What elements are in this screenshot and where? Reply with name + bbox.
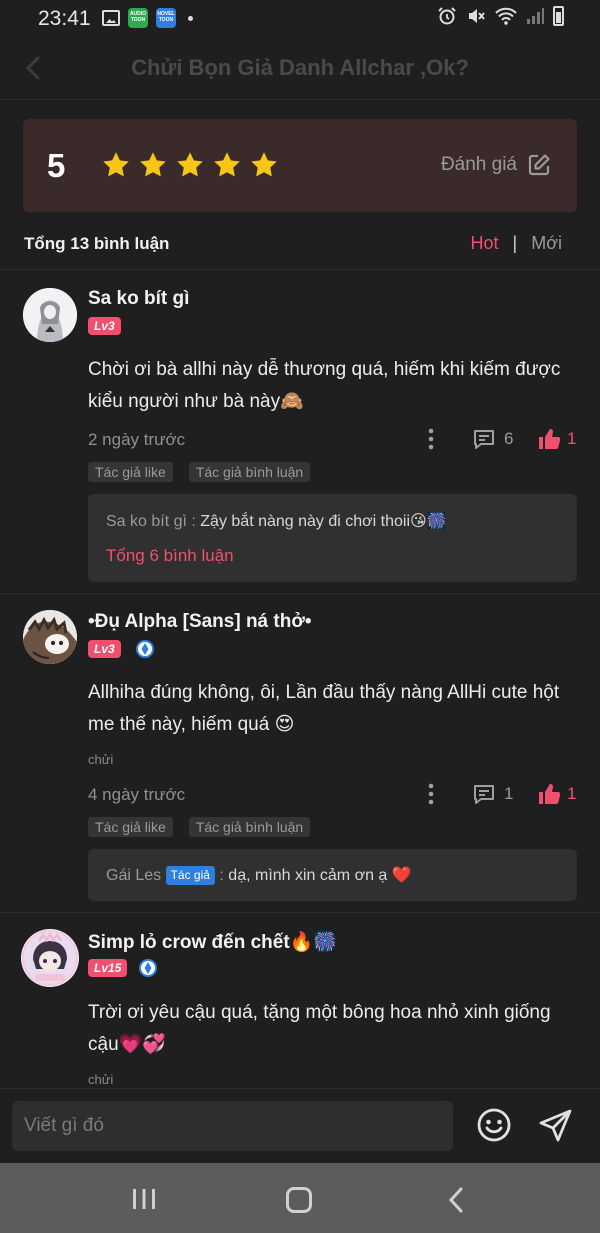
edit-icon [528,154,550,176]
status-system-icons [437,6,564,26]
send-icon[interactable] [538,1107,574,1143]
comment-author[interactable]: •Đụ Alpha [Sans] ná thở• [88,611,312,633]
emoji-icon[interactable] [476,1107,512,1143]
comment-tags: Tác giả like Tác giả bình luận [88,817,311,837]
avatar[interactable] [21,929,79,987]
status-notifications: AUDIO TOON NOVEL TOON [102,8,193,28]
system-nav-bar [0,1163,600,1233]
reply-line: Sa ko bít gì : Zậy bắt nàng này đi chơi … [106,513,447,530]
level-badge: Lv3 [88,640,121,658]
reply-count: 6 [504,429,514,448]
like-count: 1 [567,429,577,448]
more-notifications-icon [188,15,193,21]
reply-author: Sa ko bít gì [106,513,187,530]
star-icon [214,152,240,177]
reply-preview[interactable]: Gái Les Tác giả : dạ, mình xin cảm ơn ạ … [88,849,577,901]
alarm-icon [438,7,456,25]
thumbs-up-icon [539,784,561,804]
rating-card: 5 Đánh giá [23,119,577,212]
reply-button[interactable]: 1 [472,782,513,806]
comment-tags: Tác giả like Tác giả bình luận [88,462,311,482]
status-time: 23:41 [38,7,91,30]
signal-icon [527,8,544,24]
comment-icon [474,430,494,449]
tab-hot[interactable]: Hot [471,233,499,254]
avatar-image [23,610,77,664]
comment-text: Chời ơi bà allhi này dễ thương quá, hiếm… [88,359,561,412]
comment-item: Sa ko bít gì Lv3 Chời ơi bà allhi này dễ… [0,271,600,594]
comment-time: 2 ngày trước [88,430,186,449]
verified-badge-icon [136,640,154,658]
like-button[interactable]: 1 [537,427,576,451]
reply-preview[interactable]: Sa ko bít gì : Zậy bắt nàng này đi chơi … [88,494,577,582]
recent-apps-icon[interactable] [131,1187,157,1211]
sort-tabs: Hot | Mới [471,233,563,254]
mute-icon [469,9,485,23]
avatar[interactable] [23,288,77,342]
author-badge: Tác giả [165,866,215,885]
avatar-image [23,288,77,342]
verified-badge-icon [139,959,157,977]
comment-author[interactable]: Sa ko bít gì [88,288,189,310]
more-options-icon[interactable] [426,783,436,805]
tab-separator: | [512,233,518,253]
rate-button-label: Đánh giá [440,154,517,175]
star-icon [177,152,203,177]
reply-text: dạ, mình xin cảm ơn ạ ❤️ [228,867,412,884]
comment-item: Simp lỏ crow đến chết🔥🎆 Lv15 Trời ơi yêu… [0,913,600,1088]
like-count: 1 [567,784,577,803]
status-bar: 23:41 AUDIO TOON NOVEL TOON [0,0,600,36]
reply-text: Zậy bắt nàng này đi chơi thoii😘🎆 [200,513,447,530]
comment-time: 4 ngày trước [88,785,186,804]
avatar[interactable] [23,610,77,664]
comment-text: Trời ơi yêu cậu quá, tặng một bông hoa n… [88,1002,551,1055]
comment-item: •Đụ Alpha [Sans] ná thở• Lv3 Allhiha đún… [0,594,600,913]
star-icon [251,152,277,177]
comment-author[interactable]: Simp lỏ crow đến chết🔥🎆 [88,930,337,954]
tab-new[interactable]: Mới [531,233,562,254]
thumbs-up-icon [539,429,561,449]
comment-input[interactable]: Viết gì đó [12,1101,453,1151]
reply-author: Gái Les [106,867,162,884]
level-badge: Lv3 [88,317,121,335]
tag-author-comment: Tác giả bình luận [188,462,311,482]
comment-icon [474,785,494,804]
comments-summary: Tổng 13 bình luận Hot | Mới [0,226,600,270]
home-button[interactable] [286,1187,312,1213]
gallery-icon [102,10,120,26]
wifi-icon [495,7,517,25]
total-comments-label: Tổng 13 bình luận [24,234,170,253]
audiotoon-app-icon: AUDIO TOON [128,8,148,28]
rate-button[interactable]: Đánh giá [441,153,551,177]
reply-line: Gái Les Tác giả : dạ, mình xin cảm ơn ạ … [106,866,412,885]
avatar-image [21,929,79,987]
nav-back-icon[interactable] [446,1185,466,1215]
tag-author-like: Tác giả like [88,817,173,837]
star-icon [103,152,129,177]
more-options-icon[interactable] [426,428,436,450]
comment-category: chửi [88,752,114,767]
rating-score: 5 [47,147,66,184]
comment-input-bar: Viết gì đó [0,1088,600,1163]
tag-author-comment: Tác giả bình luận [188,817,311,837]
reply-button[interactable]: 6 [472,427,513,451]
app-header: Chửi Bọn Giả Danh Allchar ,Ok? [0,36,600,100]
noveltoon-app-icon: NOVEL TOON [156,8,176,28]
rating-stars [101,150,279,180]
level-badge: Lv15 [88,959,128,977]
battery-icon [553,6,564,26]
tag-author-like: Tác giả like [88,462,173,482]
comment-text: Allhiha đúng không, ôi, Lần đầu thấy nàn… [88,682,560,735]
comment-category: chửi [88,1072,114,1087]
like-button[interactable]: 1 [537,782,576,806]
reply-total-link[interactable]: Tổng 6 bình luận [106,546,234,566]
reply-count: 1 [504,784,514,803]
page-title: Chửi Bọn Giả Danh Allchar ,Ok? [131,55,469,80]
star-icon [140,152,166,177]
